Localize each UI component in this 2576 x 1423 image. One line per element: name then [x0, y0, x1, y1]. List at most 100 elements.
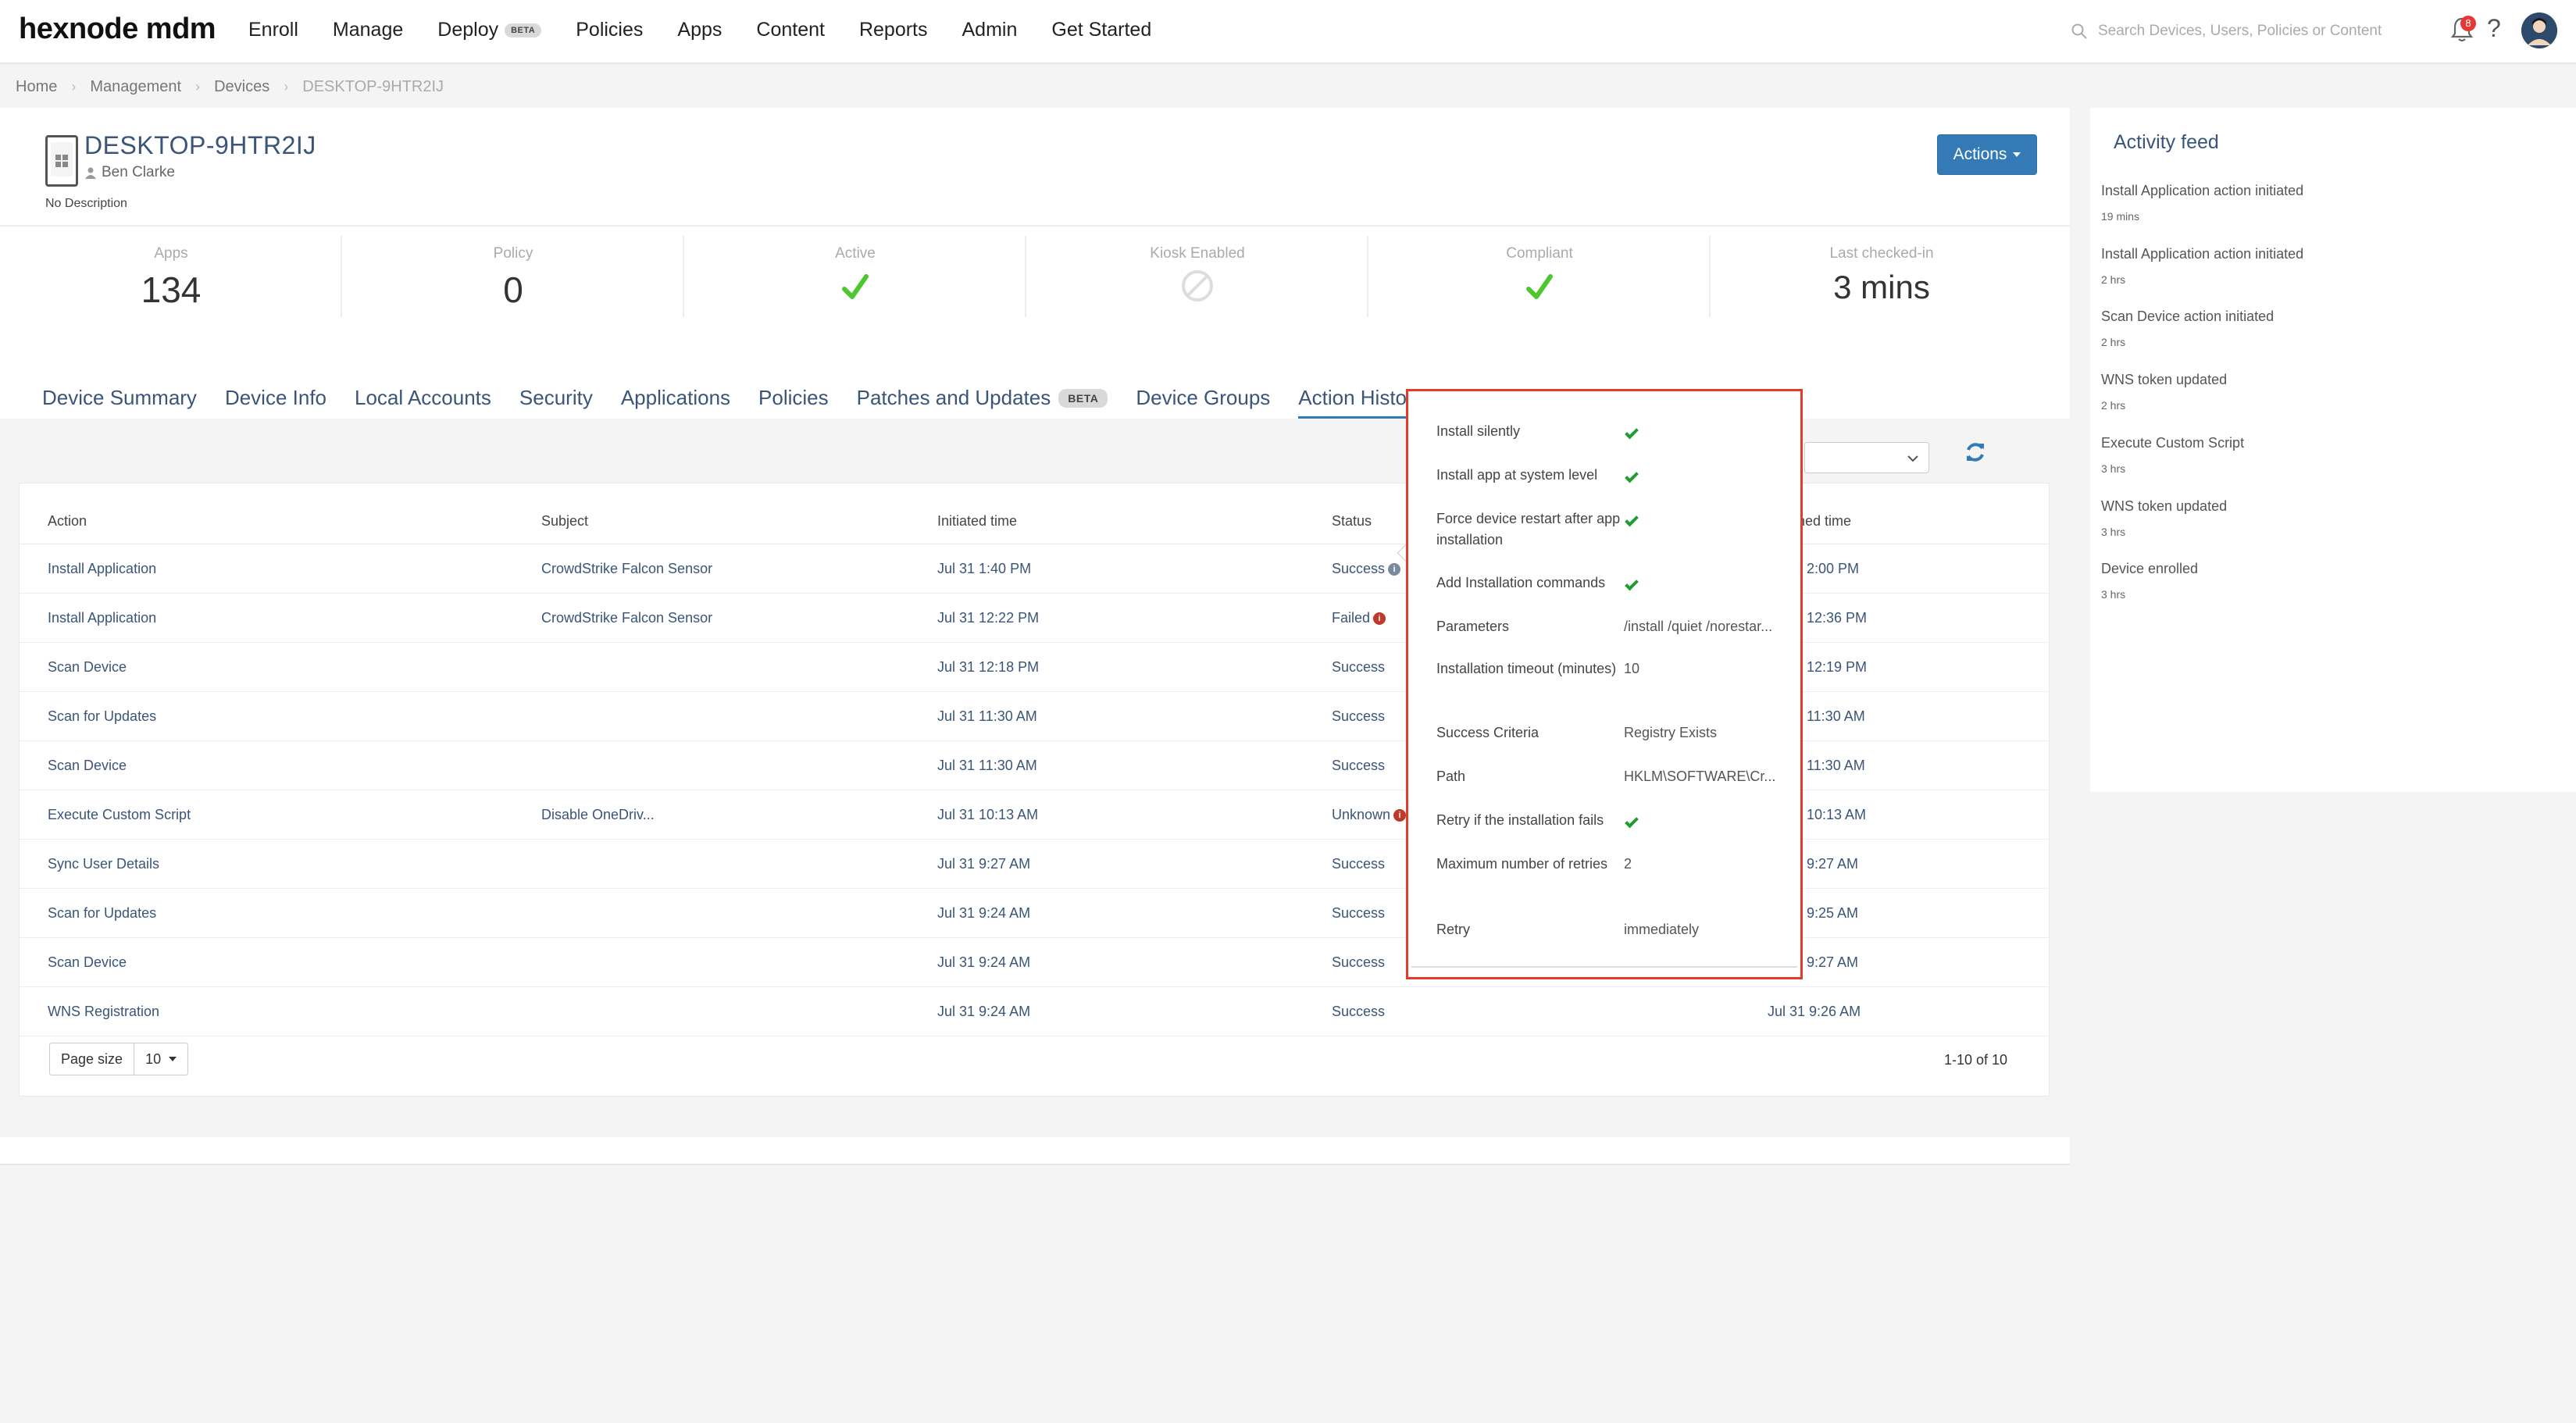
windows-logo-icon — [55, 155, 68, 167]
stat-active-label: Active — [835, 245, 876, 262]
row-finished: 9:25 AM — [1807, 905, 1859, 921]
row-action[interactable]: Scan Device — [48, 954, 127, 971]
page-size-dropdown[interactable]: 10 — [134, 1043, 187, 1075]
tab-action-history[interactable]: Action History — [1298, 380, 1424, 419]
tab-security[interactable]: Security — [519, 380, 593, 419]
nav-content[interactable]: Content — [756, 19, 825, 41]
row-initiated: Jul 31 9:24 AM — [937, 954, 1031, 970]
help-icon[interactable]: ? — [2487, 14, 2501, 43]
breadcrumb-devices[interactable]: Devices — [214, 78, 269, 96]
tab-device-info[interactable]: Device Info — [225, 380, 326, 419]
search-input[interactable] — [2098, 23, 2395, 40]
pop-max-retries-value: 2 — [1624, 856, 1632, 872]
nav-policies[interactable]: Policies — [576, 19, 643, 41]
activity-item: Install Application action initiated 19 … — [2101, 183, 2554, 223]
row-action[interactable]: Scan Device — [48, 758, 127, 774]
chevron-right-icon: › — [71, 78, 77, 95]
activity-action: Install Application action initiated — [2101, 246, 2304, 262]
tab-policies[interactable]: Policies — [758, 380, 829, 419]
device-user-name: Ben Clarke — [102, 164, 175, 180]
error-info-icon[interactable]: i — [1373, 612, 1386, 625]
breadcrumb: Home › Management › Devices › DESKTOP-9H… — [16, 75, 444, 98]
tab-applications[interactable]: Applications — [621, 380, 730, 419]
activity-action: Device enrolled — [2101, 561, 2199, 576]
row-status: Success — [1332, 1004, 1386, 1019]
activity-action: Execute Custom Script — [2101, 435, 2245, 451]
activity-time: 2 hrs — [2101, 399, 2126, 412]
page-size-selector: Page size 10 — [49, 1043, 189, 1075]
col-status[interactable]: Status — [1332, 513, 1372, 530]
refresh-icon[interactable] — [1962, 439, 1989, 465]
col-finished-time[interactable]: hed time — [1797, 513, 1851, 530]
error-info-icon[interactable]: i — [1393, 808, 1407, 822]
status-filter-select[interactable] — [1804, 442, 1929, 473]
breadcrumb-home[interactable]: Home — [16, 78, 57, 96]
row-action[interactable]: Install Application — [48, 561, 156, 577]
actions-dropdown-button[interactable]: Actions — [1937, 134, 2037, 175]
table-row: WNS Registration Jul 31 9:24 AM Success … — [20, 987, 2050, 1036]
breadcrumb-management[interactable]: Management — [90, 78, 181, 96]
row-finished: 11:30 AM — [1807, 708, 1865, 724]
device-stats: Apps 134 Policy 0 Active Kiosk Enabled C… — [0, 225, 2070, 323]
device-user[interactable]: Ben Clarke — [84, 164, 175, 181]
row-subject[interactable]: Disable OneDriv... — [541, 807, 655, 823]
tab-device-groups[interactable]: Device Groups — [1136, 380, 1270, 419]
pop-retry-value: immediately — [1624, 922, 1700, 937]
stat-last-checked-in: Last checked-in 3 mins — [1711, 226, 2053, 325]
caret-down-icon — [2013, 152, 2021, 157]
nav-manage[interactable]: Manage — [333, 19, 403, 41]
row-finished: 10:13 AM — [1807, 807, 1867, 822]
col-subject[interactable]: Subject — [541, 513, 588, 530]
nav-apps[interactable]: Apps — [677, 19, 722, 41]
row-finished: 9:27 AM — [1807, 954, 1859, 970]
search-icon — [2071, 23, 2087, 39]
activity-action: Scan Device action initiated — [2101, 308, 2275, 324]
nav-get-started[interactable]: Get Started — [1051, 19, 1151, 41]
tab-device-summary[interactable]: Device Summary — [42, 380, 197, 419]
activity-time: 3 hrs — [2101, 588, 2126, 601]
col-action[interactable]: Action — [48, 513, 87, 530]
row-subject[interactable]: CrowdStrike Falcon Sensor — [541, 610, 712, 626]
stat-apps-label: Apps — [154, 245, 188, 262]
user-avatar[interactable] — [2521, 12, 2557, 48]
row-action[interactable]: WNS Registration — [48, 1004, 159, 1020]
pop-add-commands-label: Add Installation commands — [1436, 575, 1606, 590]
row-action[interactable]: Sync User Details — [48, 856, 159, 872]
pop-parameters-label: Parameters — [1436, 619, 1510, 634]
popover-content: Install silently Install app at system l… — [1411, 394, 1797, 968]
activity-item: WNS token updated 2 hrs — [2101, 372, 2554, 412]
tab-patches-and-updates[interactable]: Patches and Updates BETA — [857, 380, 1108, 419]
row-action[interactable]: Scan for Updates — [48, 905, 156, 922]
row-finished: 12:19 PM — [1807, 659, 1868, 675]
row-action[interactable]: Scan for Updates — [48, 708, 156, 725]
nav-admin[interactable]: Admin — [962, 19, 1018, 41]
stat-policy[interactable]: Policy 0 — [342, 226, 684, 325]
page-size-label: Page size — [50, 1043, 135, 1075]
hexnode-logo[interactable]: hexnode mdm — [19, 12, 216, 46]
info-icon[interactable]: i — [1388, 562, 1401, 576]
tab-local-accounts[interactable]: Local Accounts — [355, 380, 491, 419]
col-initiated-time[interactable]: Initiated time — [937, 513, 1017, 530]
pop-criteria-value: Registry Exists — [1624, 725, 1718, 740]
actions-label: Actions — [1953, 145, 2007, 163]
row-action[interactable]: Install Application — [48, 610, 156, 626]
row-status: Success — [1332, 659, 1386, 675]
stat-policy-value: 0 — [503, 269, 523, 310]
row-finished: 9:27 AM — [1807, 856, 1859, 872]
activity-time: 19 mins — [2101, 210, 2140, 223]
nav-reports[interactable]: Reports — [859, 19, 928, 41]
activity-feed-title: Activity feed — [2114, 131, 2219, 153]
pop-path-label: Path — [1436, 769, 1466, 784]
nav-deploy[interactable]: Deploy BETA — [437, 19, 542, 41]
stat-last-checked-label: Last checked-in — [1829, 245, 1934, 262]
pop-parameters-value: /install /quiet /norestar... — [1624, 619, 1773, 634]
row-subject[interactable]: CrowdStrike Falcon Sensor — [541, 561, 712, 577]
row-status: Unknown i — [1332, 807, 1407, 823]
row-initiated: Jul 31 9:27 AM — [937, 856, 1031, 872]
caret-down-icon — [169, 1057, 177, 1061]
row-action[interactable]: Execute Custom Script — [48, 807, 191, 823]
row-action[interactable]: Scan Device — [48, 659, 127, 676]
nav-enroll[interactable]: Enroll — [248, 19, 298, 41]
stat-apps[interactable]: Apps 134 — [0, 226, 342, 325]
page-size-value: 10 — [145, 1050, 162, 1067]
